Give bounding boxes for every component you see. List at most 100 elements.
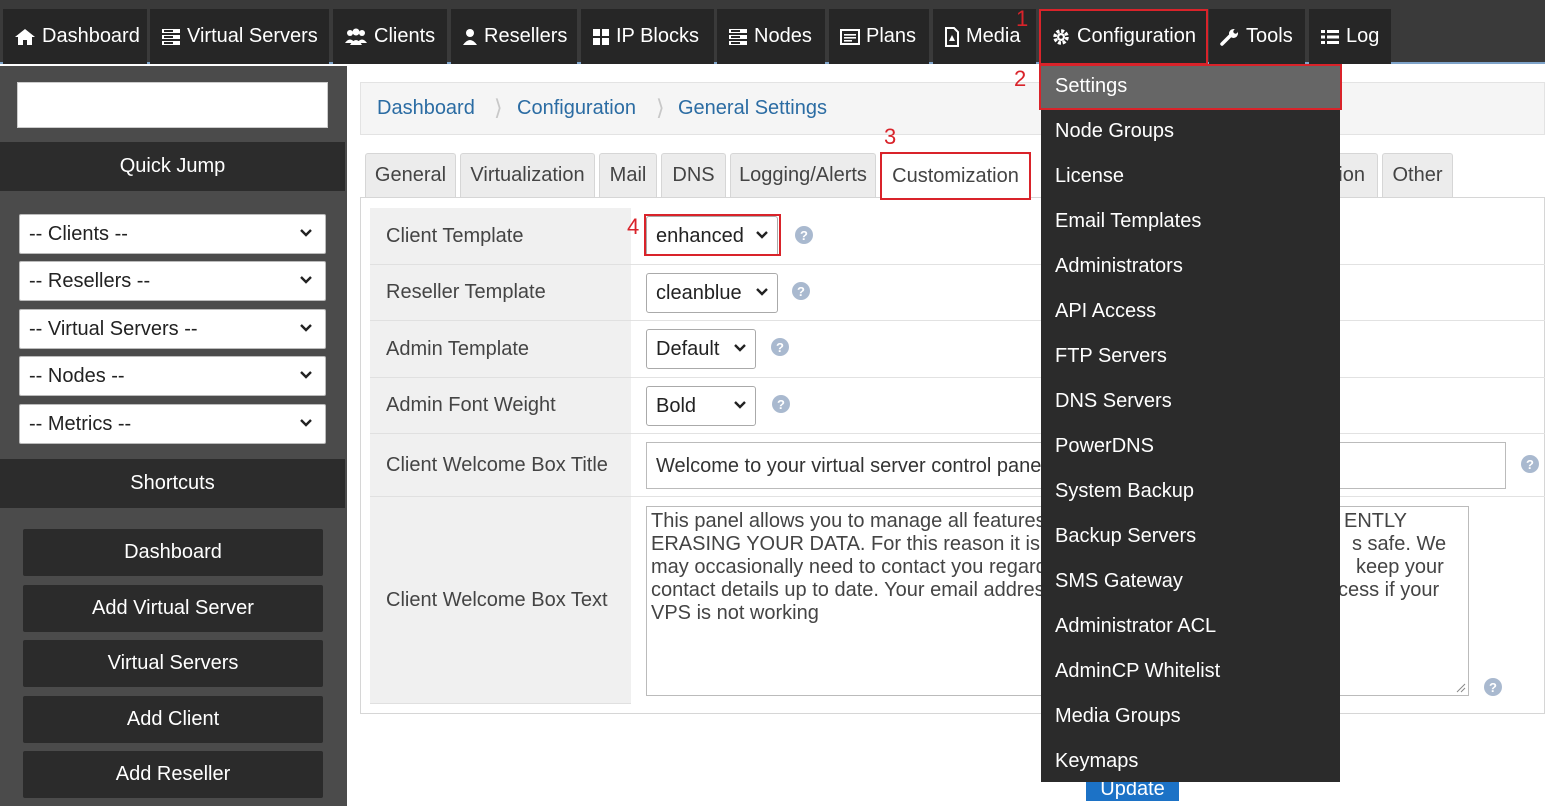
chevron-down-icon (300, 229, 312, 237)
annotation-number-3: 3 (884, 124, 897, 149)
menu-item-dns-servers[interactable]: DNS Servers (1041, 379, 1340, 424)
tab-logging-alerts[interactable]: Logging/Alerts (730, 153, 876, 197)
quick-jump-header: Quick Jump (0, 142, 345, 191)
breadcrumb-dashboard-link[interactable]: Dashboard (377, 97, 475, 120)
tab-virtualization[interactable]: Virtualization (460, 153, 595, 197)
textarea-fragment: ENTLY (1344, 510, 1407, 532)
top-navigation: Dashboard Virtual Servers Clients Resell… (0, 0, 1545, 64)
help-icon[interactable]: ? (792, 282, 810, 300)
nav-label: Clients (374, 25, 436, 47)
menu-item-admincp-whitelist[interactable]: AdminCP Whitelist (1041, 649, 1340, 694)
help-icon[interactable]: ? (1484, 678, 1502, 696)
help-icon[interactable]: ? (795, 226, 813, 244)
menu-item-email-templates[interactable]: Email Templates (1041, 199, 1340, 244)
nav-label: Plans (866, 25, 917, 47)
nav-label: IP Blocks (616, 25, 699, 47)
quick-jump-virtual-servers-select[interactable]: -- Virtual Servers -- (19, 309, 326, 349)
select-value: -- Metrics -- (29, 412, 132, 435)
chevron-down-icon (756, 288, 768, 296)
select-value: -- Resellers -- (29, 269, 151, 292)
menu-item-api-access[interactable]: API Access (1041, 289, 1340, 334)
nav-label: Log (1346, 25, 1380, 47)
menu-item-powerdns[interactable]: PowerDNS (1041, 424, 1340, 469)
user-icon (462, 28, 478, 46)
quick-jump-nodes-select[interactable]: -- Nodes -- (19, 356, 326, 396)
shortcut-virtual-servers-button[interactable]: Virtual Servers (23, 640, 323, 687)
resize-handle-icon[interactable] (1456, 683, 1466, 693)
menu-item-keymaps[interactable]: Keymaps (1041, 739, 1340, 784)
select-value: -- Nodes -- (29, 364, 125, 387)
nav-label: Media (966, 25, 1021, 47)
quick-jump-metrics-select[interactable]: -- Metrics -- (19, 404, 326, 444)
nav-ip-blocks[interactable]: IP Blocks (581, 9, 714, 64)
nav-resellers[interactable]: Resellers (451, 9, 577, 64)
breadcrumb: Dashboard ⟩ Configuration ⟩ General Sett… (360, 82, 1545, 135)
nav-label: Resellers (484, 25, 568, 47)
menu-item-administrators[interactable]: Administrators (1041, 244, 1340, 289)
annotation-number-2: 2 (1014, 66, 1027, 91)
select-value: Bold (656, 394, 697, 417)
shortcut-add-client-button[interactable]: Add Client (23, 696, 323, 743)
shortcut-add-virtual-server-button[interactable]: Add Virtual Server (23, 585, 323, 632)
nav-tools[interactable]: Tools (1209, 9, 1305, 64)
nav-log[interactable]: Log (1309, 9, 1391, 64)
sidebar-search-input[interactable] (17, 82, 328, 128)
nav-clients[interactable]: Clients (333, 9, 447, 64)
users-icon (344, 28, 368, 46)
nav-dashboard[interactable]: Dashboard (3, 9, 147, 64)
menu-item-node-groups[interactable]: Node Groups (1041, 109, 1340, 154)
nav-label: Virtual Servers (187, 25, 318, 47)
shortcuts-header: Shortcuts (0, 459, 345, 508)
list-icon (1320, 29, 1340, 45)
help-icon[interactable]: ? (1521, 455, 1539, 473)
menu-item-settings[interactable]: Settings (1041, 64, 1340, 109)
nav-virtual-servers[interactable]: Virtual Servers (150, 9, 329, 64)
tab-dns[interactable]: DNS (661, 153, 726, 197)
quick-jump-resellers-select[interactable]: -- Resellers -- (19, 261, 326, 301)
select-value: -- Clients -- (29, 222, 128, 245)
select-value: cleanblue (656, 281, 742, 304)
shortcut-add-reseller-button[interactable]: Add Reseller (23, 751, 323, 798)
select-value: Default (656, 337, 720, 360)
menu-item-administrator-acl[interactable]: Administrator ACL (1041, 604, 1340, 649)
list-card-icon (840, 28, 860, 45)
quick-jump-clients-select[interactable]: -- Clients -- (19, 214, 326, 254)
breadcrumb-separator: ⟩ (656, 95, 665, 120)
tab-general[interactable]: General (365, 153, 456, 197)
chevron-down-icon (734, 344, 746, 352)
nav-plans[interactable]: Plans (829, 9, 929, 64)
nav-label: Tools (1246, 25, 1293, 47)
menu-item-ftp-servers[interactable]: FTP Servers (1041, 334, 1340, 379)
menu-item-media-groups[interactable]: Media Groups (1041, 694, 1340, 739)
welcome-title-label: Client Welcome Box Title (370, 434, 631, 497)
help-icon[interactable]: ? (771, 338, 789, 356)
help-icon[interactable]: ? (772, 395, 790, 413)
nav-nodes[interactable]: Nodes (717, 9, 825, 64)
nav-label: Dashboard (42, 25, 140, 47)
chevron-down-icon (300, 276, 312, 284)
menu-item-sms-gateway[interactable]: SMS Gateway (1041, 559, 1340, 604)
admin-font-weight-select[interactable]: Bold (646, 386, 756, 426)
admin-template-select[interactable]: Default (646, 329, 756, 369)
breadcrumb-configuration-link[interactable]: Configuration (517, 97, 636, 120)
reseller-template-select[interactable]: cleanblue (646, 273, 778, 313)
nav-label: Nodes (754, 25, 812, 47)
tab-customization[interactable]: Customization (881, 153, 1030, 198)
home-icon (14, 28, 36, 46)
tab-mail[interactable]: Mail (599, 153, 657, 197)
client-template-select[interactable]: enhanced (646, 216, 778, 256)
menu-item-backup-servers[interactable]: Backup Servers (1041, 514, 1340, 559)
gear-icon (1051, 27, 1071, 47)
textarea-fragment: ccess if your (1328, 579, 1440, 601)
shortcut-dashboard-button[interactable]: Dashboard (23, 529, 323, 576)
tab-other[interactable]: Other (1382, 153, 1453, 197)
breadcrumb-current: General Settings (678, 97, 827, 119)
reseller-template-label: Reseller Template (370, 265, 631, 321)
menu-item-license[interactable]: License (1041, 154, 1340, 199)
breadcrumb-separator: ⟩ (494, 95, 503, 120)
grid-icon (592, 28, 610, 46)
textarea-fragment: keep your (1356, 556, 1444, 578)
nav-configuration[interactable]: Configuration (1040, 9, 1206, 64)
menu-item-system-backup[interactable]: System Backup (1041, 469, 1340, 514)
chevron-down-icon (300, 419, 312, 427)
